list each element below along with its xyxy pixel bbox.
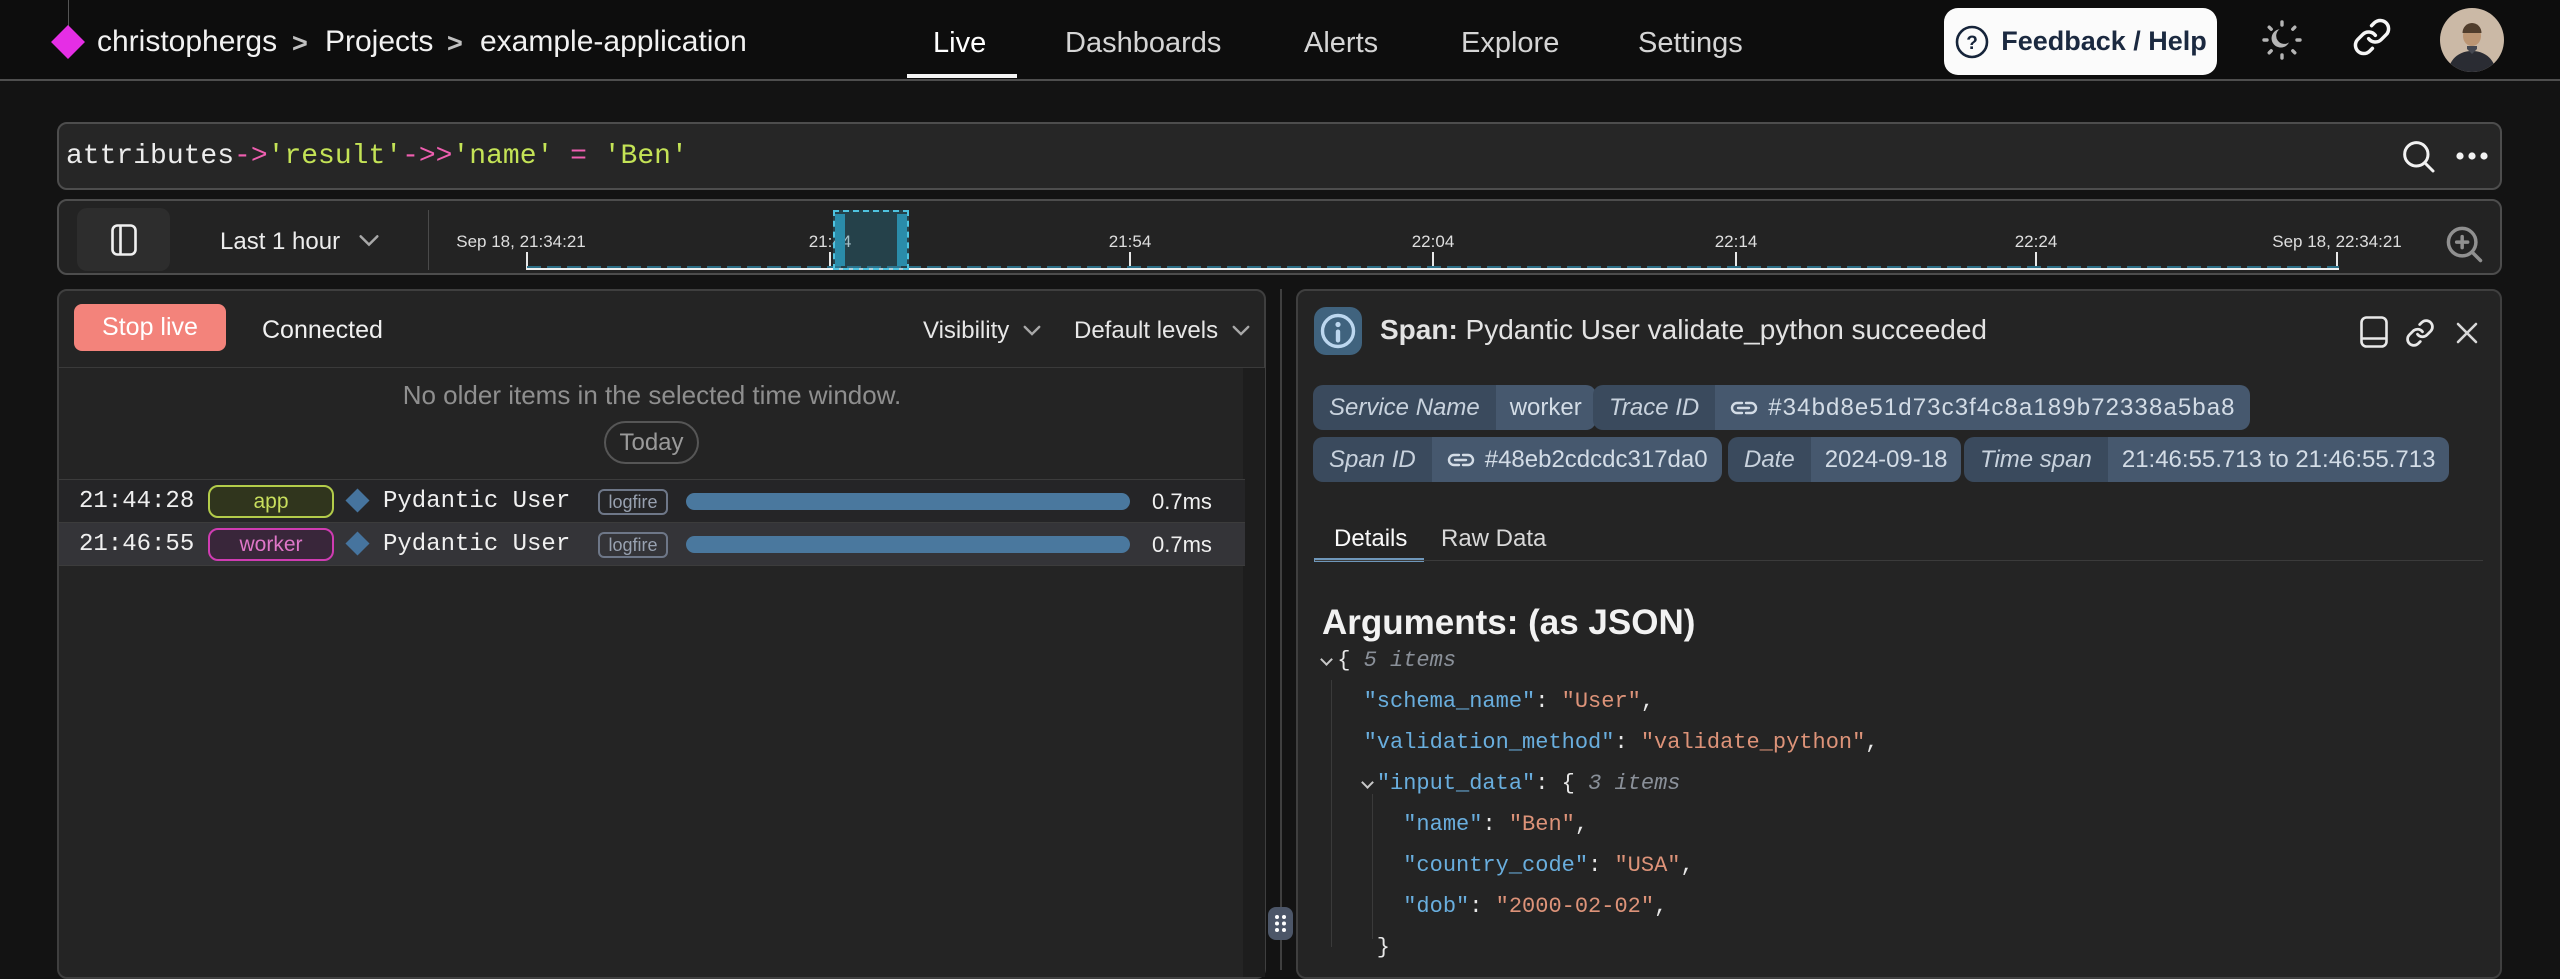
svg-text:?: ? bbox=[1966, 33, 1978, 54]
